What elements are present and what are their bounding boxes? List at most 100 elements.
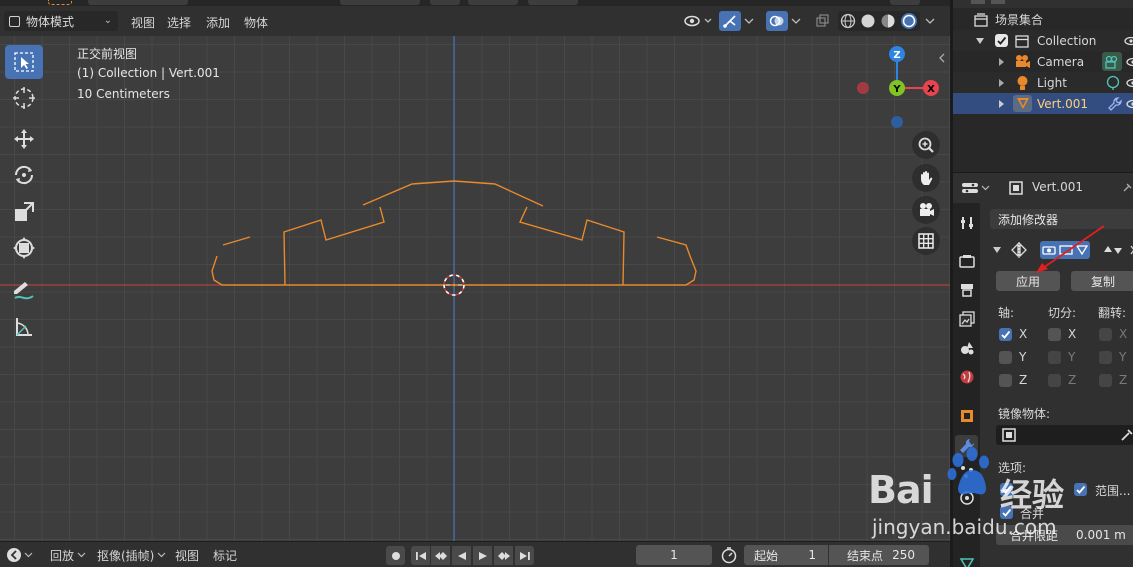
rotate-tool[interactable]	[5, 158, 43, 192]
tab-view-layer[interactable]	[955, 308, 978, 330]
menu-view[interactable]: 视图	[131, 14, 155, 31]
timeline-view-menu[interactable]: 视图	[175, 547, 199, 564]
mirror-object-field[interactable]	[996, 425, 1133, 445]
outliner-header-stub-2	[991, 0, 1005, 4]
collection-include-checkbox[interactable]	[995, 34, 1008, 47]
gizmo-toggle[interactable]	[719, 11, 741, 31]
solid-shading-icon[interactable]	[860, 13, 876, 29]
properties-editor-type[interactable]	[961, 179, 993, 197]
shading-modes	[838, 11, 920, 31]
tab-data[interactable]	[955, 553, 978, 567]
axis-x-checkbox[interactable]	[999, 328, 1012, 341]
tab-world[interactable]	[955, 366, 978, 388]
jump-start-button[interactable]	[411, 546, 430, 565]
play-button[interactable]	[473, 546, 492, 565]
scale-tool[interactable]	[5, 195, 43, 229]
keying-menu[interactable]: 抠像(插帧)	[97, 547, 154, 564]
axis-y-checkbox[interactable]	[999, 351, 1012, 364]
overlay-toggle[interactable]	[766, 11, 788, 31]
flip-z-checkbox[interactable]	[1099, 374, 1112, 387]
end-frame-field[interactable]: 结束点 250	[829, 545, 929, 565]
clipping-checkbox[interactable]	[1074, 483, 1087, 496]
measure-tool[interactable]	[5, 310, 43, 344]
select-box-tool[interactable]	[5, 45, 43, 79]
axis-x-label: X	[1019, 327, 1028, 341]
tab-tool[interactable]	[955, 212, 978, 234]
axis-z-checkbox[interactable]	[999, 374, 1012, 387]
gizmo-icon	[723, 15, 736, 28]
menu-select[interactable]: 选择	[167, 14, 191, 31]
outliner-item-collection[interactable]: Collection	[953, 30, 1133, 51]
material-shading-icon[interactable]	[880, 13, 896, 29]
outliner-item-vert001[interactable]: Vert.001	[953, 93, 1133, 114]
menu-object[interactable]: 物体	[244, 14, 268, 31]
current-frame-field[interactable]: 1	[636, 545, 712, 565]
prev-keyframe-button[interactable]	[431, 546, 450, 565]
start-frame-field[interactable]: 起始 1	[744, 545, 828, 565]
toolbar-stub	[88, 0, 188, 5]
bisect-y-checkbox[interactable]	[1048, 351, 1061, 364]
cursor-tool[interactable]	[5, 81, 43, 115]
outliner-item-light[interactable]: Light	[953, 72, 1133, 93]
transform-tool[interactable]	[5, 231, 43, 265]
gizmo-dropdown[interactable]	[741, 11, 757, 31]
tab-scene[interactable]	[955, 337, 978, 359]
visibility-dropdown[interactable]	[680, 11, 714, 31]
wrench-icon[interactable]	[1107, 96, 1123, 112]
eye-icon[interactable]	[1125, 78, 1133, 88]
select-mode-icon[interactable]	[48, 0, 72, 5]
annotate-tool[interactable]	[5, 273, 43, 307]
menu-add[interactable]: 添加	[206, 14, 230, 31]
bisect-z-checkbox[interactable]	[1048, 374, 1061, 387]
rendered-shading-icon[interactable]	[900, 12, 918, 30]
collapse-sidebar-icon[interactable]	[939, 53, 945, 63]
preview-range-toggle[interactable]	[720, 546, 740, 564]
flip-y-checkbox[interactable]	[1099, 351, 1112, 364]
eye-icon[interactable]	[1123, 36, 1133, 46]
check-icon	[997, 36, 1007, 45]
negative-x-handle[interactable]	[857, 82, 869, 94]
move-tool[interactable]	[5, 122, 43, 156]
expand-right-icon[interactable]	[997, 78, 1005, 88]
collapse-icon[interactable]	[992, 245, 1002, 255]
jump-end-button[interactable]	[515, 546, 534, 565]
tab-render[interactable]	[955, 250, 978, 272]
markers-menu[interactable]: 标记	[213, 547, 237, 564]
tab-object[interactable]	[955, 405, 978, 427]
pin-icon[interactable]	[1121, 182, 1133, 194]
next-keyframe-button[interactable]	[494, 546, 513, 565]
3d-viewport[interactable]: Z X Y 正交前视图 (1) Collection | Vert.001 10…	[0, 36, 950, 541]
negative-z-handle[interactable]	[891, 116, 903, 128]
camera-data-button[interactable]	[1102, 52, 1122, 71]
zoom-button[interactable]	[912, 131, 940, 159]
ortho-toggle-button[interactable]	[912, 227, 940, 255]
object-mode-dropdown[interactable]: 物体模式 ⌄	[4, 11, 118, 31]
play-reverse-button[interactable]	[452, 546, 471, 565]
outliner: 场景集合 Collection Camera Light Vert.001	[953, 0, 1133, 172]
flip-x-checkbox[interactable]	[1099, 328, 1112, 341]
outliner-item-camera[interactable]: Camera	[953, 51, 1133, 72]
eye-icon[interactable]	[1125, 57, 1133, 67]
expand-right-icon[interactable]	[997, 99, 1005, 109]
navigation-gizmo[interactable]: Z X Y	[857, 46, 939, 128]
bisect-x-checkbox[interactable]	[1048, 328, 1061, 341]
editor-type-dropdown[interactable]	[6, 546, 34, 564]
playback-menu[interactable]: 回放	[50, 547, 74, 564]
record-icon	[391, 551, 400, 560]
shading-dropdown[interactable]	[922, 11, 938, 31]
light-data-icon[interactable]	[1105, 75, 1121, 91]
toolbar-stub-6	[890, 0, 920, 5]
expand-down-icon[interactable]	[975, 36, 985, 46]
pan-button[interactable]	[912, 164, 940, 192]
camera-view-button[interactable]	[912, 196, 940, 224]
flip-z-label: Z	[1119, 373, 1128, 387]
outliner-scene-collection[interactable]: 场景集合	[953, 9, 1133, 30]
expand-right-icon[interactable]	[997, 57, 1005, 67]
eyedropper-icon[interactable]	[1120, 428, 1133, 442]
overlay-dropdown[interactable]	[788, 11, 804, 31]
record-button[interactable]	[386, 546, 405, 565]
wireframe-shading-icon[interactable]	[840, 13, 856, 29]
eye-icon[interactable]	[1125, 99, 1133, 109]
xray-toggle[interactable]	[813, 11, 833, 31]
tab-output[interactable]	[955, 279, 978, 301]
